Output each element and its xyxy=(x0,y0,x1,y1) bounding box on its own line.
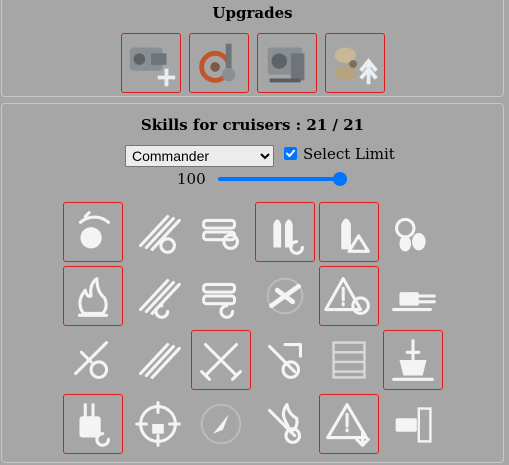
skill-tile-5[interactable] xyxy=(383,202,443,262)
superintendent-icon xyxy=(392,339,434,381)
skill-tile-7[interactable] xyxy=(128,266,188,326)
skill-tile-3[interactable] xyxy=(255,202,315,262)
propulsion-modification-icon xyxy=(334,47,378,85)
compass-navigation-icon xyxy=(200,403,242,445)
upgrades-panel: Upgrades xyxy=(1,0,504,97)
skill-tile-18[interactable] xyxy=(63,394,123,454)
skill-tile-21[interactable] xyxy=(255,394,315,454)
demolition-expert-icon xyxy=(202,218,239,250)
torpedo-armament-icon xyxy=(139,342,181,379)
skill-tile-23[interactable] xyxy=(383,394,443,454)
skill-tile-14[interactable] xyxy=(191,330,251,390)
commander-select[interactable]: Commander xyxy=(125,145,274,167)
damage-control-party-icon xyxy=(267,342,303,379)
damage-control-system-icon xyxy=(267,47,305,83)
upgrade-tile-1[interactable] xyxy=(189,33,249,93)
aircraft-icon xyxy=(266,277,304,315)
fire-icon xyxy=(77,277,109,317)
upgrades-title: Upgrades xyxy=(212,4,293,22)
torpedo-reload-icon xyxy=(202,282,237,319)
priority-target-icon xyxy=(326,403,370,447)
skill-tile-4[interactable] xyxy=(319,202,379,262)
upgrade-tile-0[interactable] xyxy=(121,33,181,93)
skill-tile-11[interactable] xyxy=(383,266,443,326)
select-limit-label: Select Limit xyxy=(303,145,395,163)
skill-tile-16[interactable] xyxy=(319,330,379,390)
incoming-fire-alert-icon xyxy=(74,341,109,379)
skills-title: Skills for cruisers : 21 / 21 xyxy=(140,116,365,134)
skill-tile-8[interactable] xyxy=(191,266,251,326)
turret-reload-icon xyxy=(79,403,111,447)
secondary-gun-icon xyxy=(392,292,436,312)
upgrade-tile-2[interactable] xyxy=(257,33,317,93)
skill-tile-12[interactable] xyxy=(63,330,123,390)
skill-tile-0[interactable] xyxy=(63,202,123,262)
checkmark-icon xyxy=(286,149,295,157)
slider-track[interactable] xyxy=(218,177,347,181)
fire-prevention-icon xyxy=(267,403,302,444)
radio-location-icon xyxy=(324,277,370,315)
grease-the-gears-icon xyxy=(78,211,111,249)
torpedo-rack-icon xyxy=(332,341,366,379)
slider-value: 100 xyxy=(177,170,206,188)
aiming-systems-modification-icon xyxy=(199,43,236,83)
swift-fish-icon xyxy=(139,278,181,319)
skill-tile-15[interactable] xyxy=(255,330,315,390)
main-armaments-modification-icon xyxy=(129,47,176,87)
main-battery-reload-icon xyxy=(273,219,304,255)
dead-eye-icon xyxy=(395,217,426,252)
skill-tile-17[interactable] xyxy=(383,330,443,390)
skill-tile-22[interactable] xyxy=(319,394,379,454)
select-limit-checkbox[interactable] xyxy=(284,147,297,160)
slider-thumb[interactable] xyxy=(333,172,347,186)
skill-tile-20[interactable] xyxy=(191,394,251,454)
skill-tile-2[interactable] xyxy=(191,202,251,262)
skill-tile-10[interactable] xyxy=(319,266,379,326)
skill-tile-1[interactable] xyxy=(128,202,188,262)
concealment-crosshair-icon xyxy=(135,401,181,447)
upgrade-tile-3[interactable] xyxy=(325,33,385,93)
crossed-swords-icon xyxy=(200,342,242,381)
shell-warning-icon xyxy=(341,218,370,253)
skill-tile-6[interactable] xyxy=(63,266,123,326)
adrenaline-rush-icon xyxy=(395,407,432,443)
skill-tile-9[interactable] xyxy=(255,266,315,326)
limit-slider[interactable] xyxy=(218,172,347,186)
skill-tile-19[interactable] xyxy=(128,394,188,454)
gun-feeder-icon xyxy=(139,214,181,254)
skill-tile-13[interactable] xyxy=(128,330,188,390)
